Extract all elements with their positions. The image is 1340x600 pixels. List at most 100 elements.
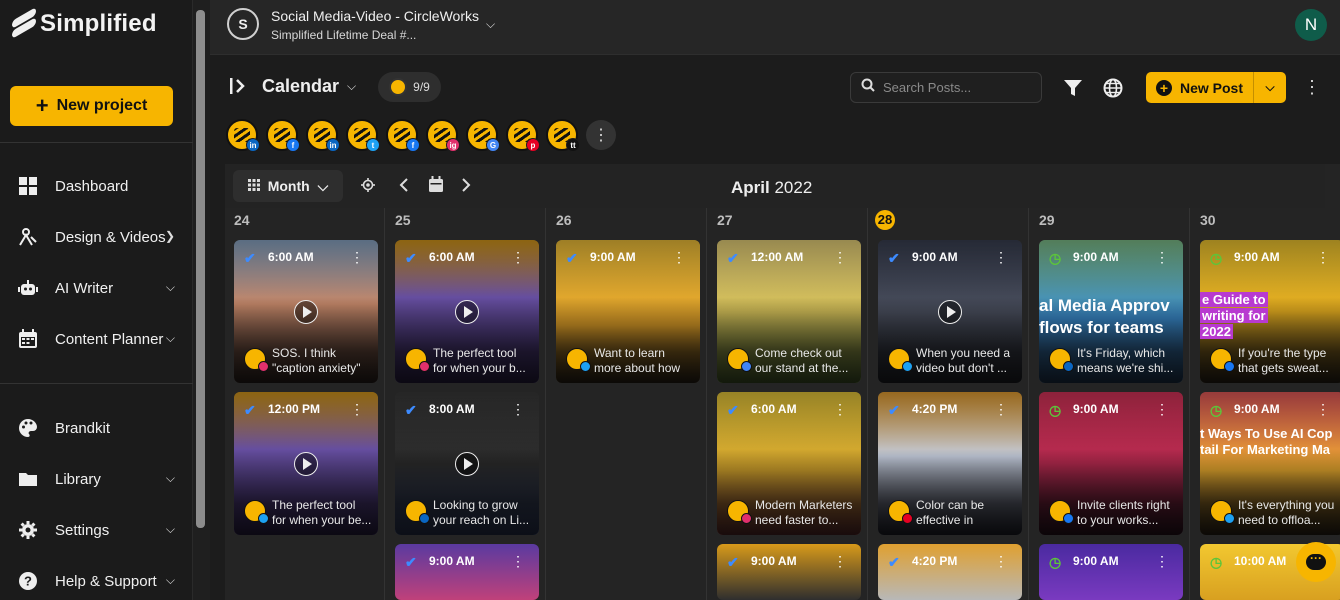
post-menu-icon[interactable]: ⋮ [1316, 401, 1330, 418]
post-card[interactable]: ◷ 9:00 AM ⋮ [1039, 544, 1183, 600]
day-column-28[interactable]: 28 ✔ 9:00 AM ⋮ When you need a video but… [869, 208, 1029, 600]
post-card[interactable]: ✔ 8:00 AM ⋮ Looking to grow your reach o… [395, 392, 539, 535]
post-menu-icon[interactable]: ⋮ [350, 401, 364, 418]
project-title[interactable]: Social Media-Video - CircleWorks [271, 8, 479, 24]
day-column-26[interactable]: 26 ✔ 9:00 AM ⋮ Want to learn more about … [547, 208, 707, 600]
day-number: 27 [717, 212, 733, 228]
social-profile-avatar[interactable]: f [266, 119, 300, 152]
sidebar-scrollbar[interactable] [196, 10, 205, 528]
profiles-count: 9/9 [413, 80, 430, 94]
chevron-down-icon[interactable]: ⌵ [486, 17, 495, 32]
brand-logo[interactable]: Simplified [10, 7, 157, 40]
more-profiles-icon[interactable]: ⋮ [586, 120, 616, 150]
post-menu-icon[interactable]: ⋮ [994, 401, 1008, 418]
sidebar-item-design-videos[interactable]: Design & Videos ❯ [0, 215, 193, 259]
sidebar-item-label: Brandkit [55, 419, 111, 437]
play-icon[interactable] [455, 452, 479, 476]
social-profile-avatar[interactable]: tt [546, 119, 580, 152]
user-avatar[interactable]: N [1295, 9, 1327, 41]
approved-check-icon: ✔ [727, 250, 739, 266]
chevron-down-icon[interactable]: ⌵ [347, 79, 356, 94]
globe-icon[interactable] [1103, 78, 1123, 98]
profiles-count-badge[interactable]: 9/9 [378, 72, 441, 102]
post-card[interactable]: ✔ 4:20 PM ⋮ Color can be effective in ma… [878, 392, 1022, 535]
post-menu-icon[interactable]: ⋮ [1316, 249, 1330, 266]
chat-support-button[interactable] [1296, 542, 1336, 582]
view-mode-label: Month [267, 178, 310, 194]
social-profile-avatar[interactable]: in [226, 119, 260, 152]
post-menu-icon[interactable]: ⋮ [511, 401, 525, 418]
post-card[interactable]: ◷ 9:00 AM ⋮ Invite clients right to your… [1039, 392, 1183, 535]
post-card[interactable]: e Guide to writing for 2022 ◷ 9:00 AM ⋮ … [1200, 240, 1340, 383]
post-card[interactable]: al Media Approv flows for teams ◷ 9:00 A… [1039, 240, 1183, 383]
sidebar-item-settings[interactable]: Settings ⌵ [0, 508, 193, 552]
project-avatar[interactable]: S [227, 8, 259, 40]
new-project-button[interactable]: + New project [10, 86, 173, 126]
view-mode-select[interactable]: Month ⌵ [233, 170, 343, 202]
post-menu-icon[interactable]: ⋮ [511, 249, 525, 266]
social-profile-avatar[interactable]: in [306, 119, 340, 152]
new-post-button[interactable]: + New Post ⌵ [1146, 72, 1286, 103]
social-profile-avatar[interactable]: f [386, 119, 420, 152]
folder-icon [18, 469, 38, 489]
social-profile-avatar[interactable]: p [506, 119, 540, 152]
post-card[interactable]: ✔ 9:00 AM ⋮ When you need a video but do… [878, 240, 1022, 383]
search-box[interactable] [850, 72, 1042, 103]
post-card[interactable]: ✔ 6:00 AM ⋮ Modern Marketers need faster… [717, 392, 861, 535]
profile-avatar [1210, 500, 1235, 524]
post-card[interactable]: ✔ 6:00 AM ⋮ The perfect tool for when yo… [395, 240, 539, 383]
play-icon[interactable] [938, 300, 962, 324]
year: 2022 [774, 178, 813, 197]
post-card[interactable]: ✔ 4:20 PM ⋮ [878, 544, 1022, 600]
post-card[interactable]: t Ways To Use AI Cop tail For Marketing … [1200, 392, 1340, 535]
post-menu-icon[interactable]: ⋮ [672, 249, 686, 266]
post-card[interactable]: ✔ 12:00 AM ⋮ Come check out our stand at… [717, 240, 861, 383]
search-input[interactable] [883, 80, 1033, 95]
calendar-title[interactable]: Calendar [262, 76, 339, 97]
play-icon[interactable] [294, 300, 318, 324]
day-column-27[interactable]: 27 ✔ 12:00 AM ⋮ Come check out our stand… [708, 208, 868, 600]
post-card[interactable]: ✔ 9:00 AM ⋮ [717, 544, 861, 600]
profile-avatar [888, 348, 913, 372]
post-menu-icon[interactable]: ⋮ [1155, 249, 1169, 266]
chevron-left-icon[interactable] [399, 178, 409, 195]
post-menu-icon[interactable]: ⋮ [833, 249, 847, 266]
sidebar-item-library[interactable]: Library ⌵ [0, 457, 193, 501]
sidebar-item-ai-writer[interactable]: AI Writer ⌵ [0, 266, 193, 310]
post-card[interactable]: ✔ 6:00 AM ⋮ SOS. I think "caption anxiet… [234, 240, 378, 383]
sidebar-item-help-support[interactable]: ? Help & Support ⌵ [0, 559, 193, 600]
post-menu-icon[interactable]: ⋮ [994, 249, 1008, 266]
post-card[interactable]: ✔ 9:00 AM ⋮ Want to learn more about how… [556, 240, 700, 383]
more-options-icon[interactable]: ⋮ [1303, 77, 1321, 97]
post-menu-icon[interactable]: ⋮ [833, 553, 847, 570]
filter-icon[interactable] [1063, 78, 1083, 98]
post-card[interactable]: ✔ 12:00 PM ⋮ The perfect tool for when y… [234, 392, 378, 535]
day-column-29[interactable]: 29 al Media Approv flows for teams ◷ 9:0… [1030, 208, 1190, 600]
post-menu-icon[interactable]: ⋮ [833, 401, 847, 418]
social-profile-avatar[interactable]: G [466, 119, 500, 152]
post-menu-icon[interactable]: ⋮ [1155, 553, 1169, 570]
new-post-dropdown[interactable]: ⌵ [1254, 80, 1286, 95]
post-card[interactable]: ✔ 9:00 AM ⋮ [395, 544, 539, 600]
sidebar-item-content-planner[interactable]: Content Planner ⌵ [0, 317, 193, 361]
approved-check-icon: ✔ [727, 402, 739, 418]
post-menu-icon[interactable]: ⋮ [350, 249, 364, 266]
post-menu-icon[interactable]: ⋮ [511, 553, 525, 570]
date-picker-icon[interactable] [428, 176, 444, 196]
locate-today-icon[interactable] [361, 178, 375, 195]
social-profile-avatar[interactable]: ig [426, 119, 460, 152]
day-column-24[interactable]: 24 ✔ 6:00 AM ⋮ SOS. I think "caption anx… [225, 208, 385, 600]
new-post-main[interactable]: + New Post [1146, 72, 1254, 103]
social-profile-avatar[interactable]: t [346, 119, 380, 152]
post-menu-icon[interactable]: ⋮ [1155, 401, 1169, 418]
play-icon[interactable] [294, 452, 318, 476]
chat-icon [1306, 551, 1326, 570]
sidebar-collapse-icon[interactable] [228, 75, 250, 97]
day-column-25[interactable]: 25 ✔ 6:00 AM ⋮ The perfect tool for when… [386, 208, 546, 600]
chevron-right-icon[interactable] [461, 178, 471, 195]
sidebar-item-dashboard[interactable]: Dashboard [0, 164, 193, 208]
play-icon[interactable] [455, 300, 479, 324]
sidebar-item-brandkit[interactable]: Brandkit [0, 406, 193, 450]
post-menu-icon[interactable]: ⋮ [994, 553, 1008, 570]
post-caption: It's everything you need to offloa... [1238, 498, 1335, 527]
